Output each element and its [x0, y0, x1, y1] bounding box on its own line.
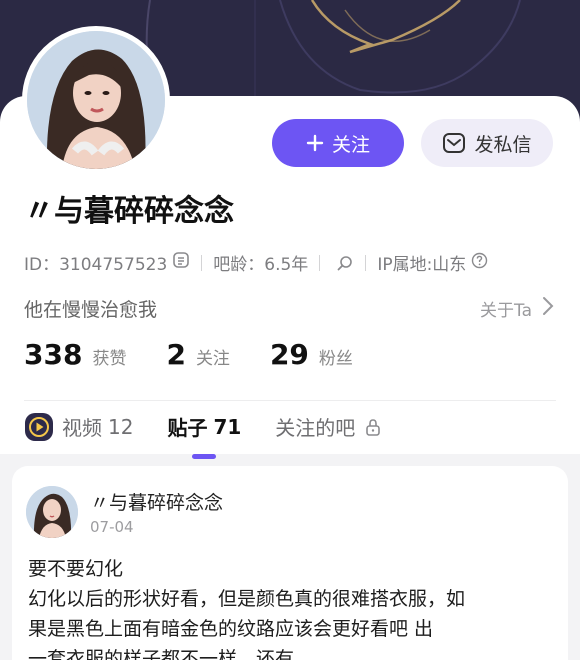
tab-label: 关注的吧 [275, 416, 356, 440]
follow-label: 关注 [331, 133, 370, 156]
divider [319, 254, 321, 271]
user-id-text: ID：3104757523 [24, 255, 168, 275]
tab-count: 71 [213, 414, 242, 439]
tab-posts[interactable]: 贴子 71 [167, 412, 242, 459]
post-author-name[interactable]: 〃与暮碎碎念念 [90, 488, 223, 515]
about-label: 关于Ta [480, 301, 532, 321]
about-link[interactable]: 关于Ta [480, 296, 554, 321]
mail-icon [442, 132, 466, 154]
search-icon[interactable] [331, 254, 354, 272]
post-text-line: 一套衣服的样子都不一样，还有 [28, 648, 295, 660]
post-text-line: 要不要幻化 [28, 558, 124, 580]
tab-videos[interactable]: 视频 12 [24, 412, 133, 442]
username: 〃与暮碎碎念念 [24, 194, 234, 229]
plus-icon [306, 134, 324, 152]
stat-label: 关注 [195, 349, 230, 369]
post-date: 07-04 [90, 518, 134, 536]
user-id: ID：3104757523 [24, 250, 190, 275]
divider [201, 254, 203, 271]
copy-icon[interactable] [167, 251, 190, 274]
bar-age: 吧龄：6.5年 [213, 255, 309, 275]
post-avatar-portrait [26, 486, 78, 538]
active-tab-indicator [192, 454, 217, 459]
post-text-line: 果是黑色上面有暗金色的纹路应该会更好看吧 出 [28, 618, 434, 640]
bio: 他在慢慢治愈我 [24, 299, 158, 321]
divider [365, 254, 367, 271]
help-icon[interactable] [466, 252, 488, 274]
video-play-icon [24, 412, 54, 442]
avatar[interactable] [22, 26, 170, 174]
ip-location: IP属地:山东 [377, 250, 488, 275]
tab-label: 贴子 [167, 416, 208, 440]
stat-following[interactable]: 2 关注 [166, 338, 229, 371]
profile-meta: ID：3104757523 吧龄：6.5年 IP属地:山东 [24, 250, 488, 275]
stat-value: 2 [166, 338, 186, 371]
send-message-button[interactable]: 发私信 [421, 119, 553, 167]
stat-value: 29 [269, 338, 309, 371]
stat-value: 338 [24, 338, 83, 371]
stat-label: 粉丝 [318, 349, 353, 369]
stat-label: 获赞 [92, 349, 127, 369]
follow-button[interactable]: 关注 [272, 119, 404, 167]
tab-followed-bars[interactable]: 关注的吧 [275, 412, 381, 441]
message-label: 发私信 [474, 133, 532, 156]
post-author-avatar[interactable] [26, 486, 78, 538]
avatar-portrait [27, 31, 165, 169]
tab-label: 视频 [62, 416, 102, 440]
post-card[interactable]: 〃与暮碎碎念念 07-04 要不要幻化 幻化以后的形状好看，但是颜色真的很难搭衣… [12, 466, 568, 660]
chevron-right-icon [532, 296, 554, 321]
post-body[interactable]: 要不要幻化 幻化以后的形状好看，但是颜色真的很难搭衣服，如 果是黑色上面有暗金色… [28, 554, 558, 660]
stat-likes[interactable]: 338 获赞 [24, 338, 126, 371]
post-text-line: 幻化以后的形状好看，但是颜色真的很难搭衣服，如 [28, 588, 466, 610]
profile-stats: 338 获赞 2 关注 29 粉丝 [24, 338, 393, 371]
profile-tabs: 视频 12 贴子 71 关注的吧 [24, 400, 556, 459]
stat-followers[interactable]: 29 粉丝 [270, 338, 353, 371]
tab-count: 12 [108, 414, 134, 439]
ip-location-text: IP属地:山东 [377, 255, 467, 275]
lock-icon [365, 418, 381, 436]
